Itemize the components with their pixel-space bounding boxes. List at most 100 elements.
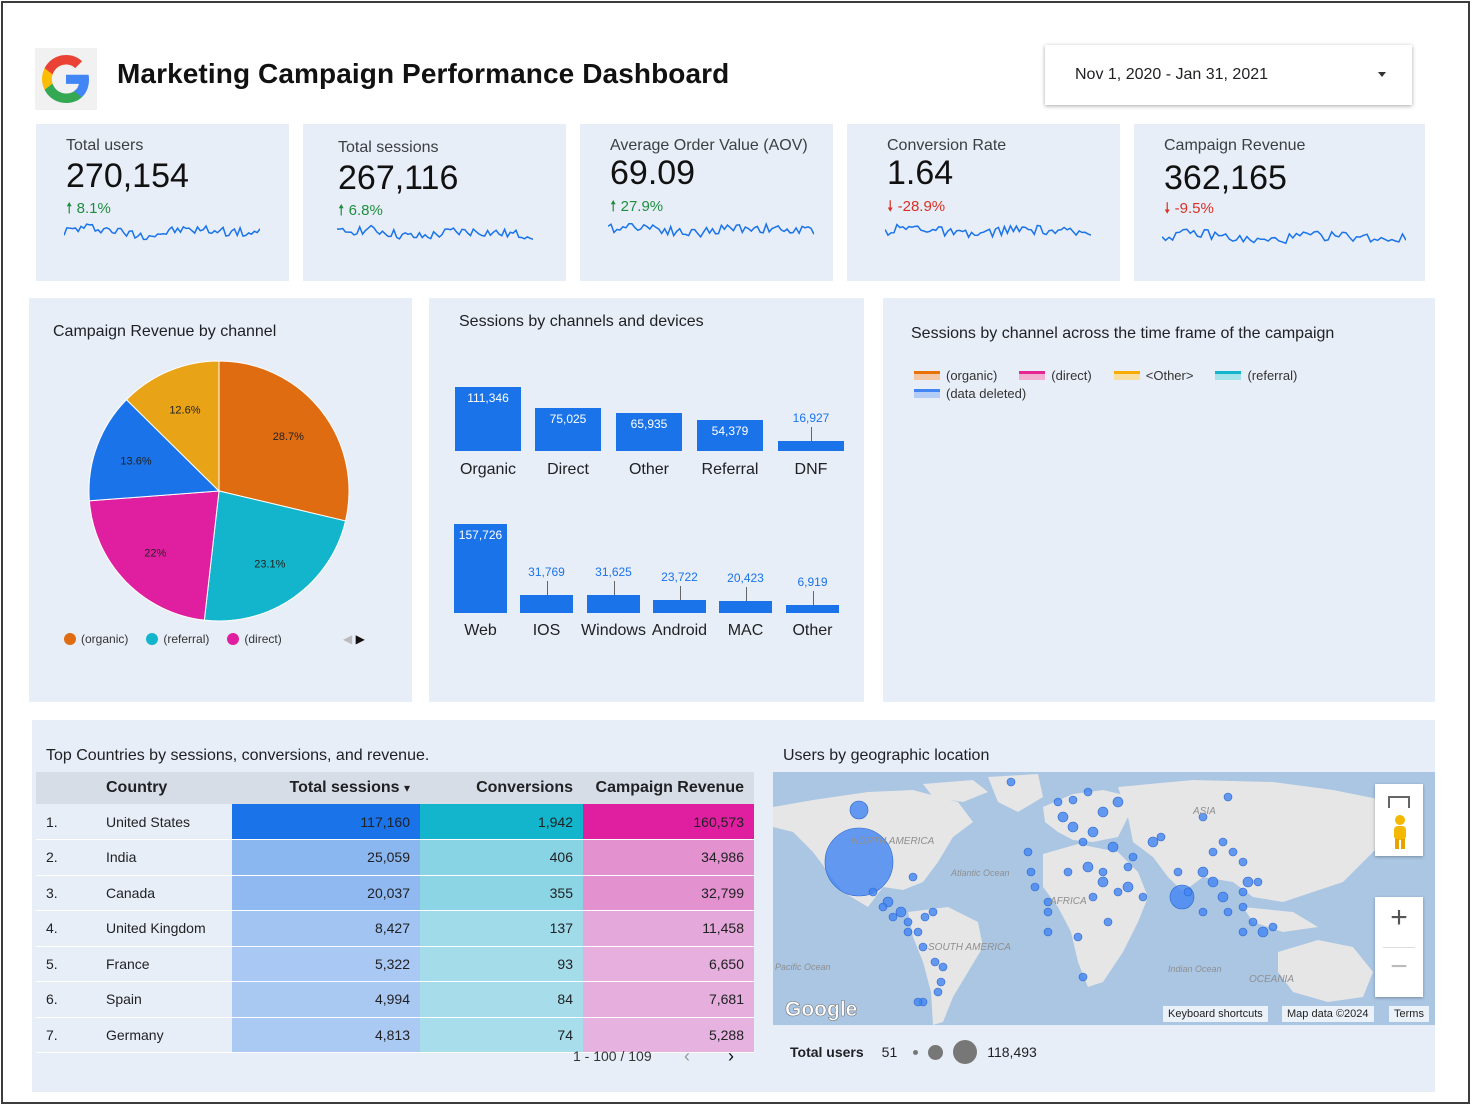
map-bubble <box>1063 867 1073 877</box>
sessions-cell: 8,427 <box>232 910 420 947</box>
sessions-header[interactable]: Total sessions ▾ <box>232 772 420 804</box>
kpi-name: Average Order Value (AOV) <box>610 137 808 154</box>
revenue-header[interactable]: Campaign Revenue <box>583 772 754 804</box>
map-title: Users by geographic location <box>783 747 990 764</box>
divider <box>1383 947 1415 948</box>
pegman-icon[interactable] <box>1391 814 1409 855</box>
table-row[interactable]: 5. France 5,322 93 6,650 <box>36 946 754 982</box>
row-index: 3. <box>36 875 96 911</box>
countries-table: Country Total sessions ▾ Conversions Cam… <box>36 772 754 1053</box>
conversions-cell: 93 <box>420 946 583 982</box>
conversions-cell: 137 <box>420 910 583 947</box>
kpi-card-total-users: Total users 270,154 🠕 8.1% <box>36 124 289 281</box>
country-header[interactable]: Country <box>96 772 232 804</box>
map-bubble <box>1238 857 1248 867</box>
row-index: 5. <box>36 946 96 982</box>
pie-chart: 28.7% 23.1% 22% 13.6% 12.6% <box>88 360 350 622</box>
terms-link[interactable]: Terms <box>1389 1006 1429 1022</box>
bar-label-leader <box>613 581 615 596</box>
page-title: Marketing Campaign Performance Dashboard <box>117 58 730 89</box>
bar-category-label: Organic <box>459 461 517 478</box>
keyboard-shortcuts-link[interactable]: Keyboard shortcuts <box>1163 1006 1268 1022</box>
fullscreen-icon[interactable] <box>1388 796 1410 808</box>
bar <box>587 595 640 613</box>
conversions-header[interactable]: Conversions <box>420 772 583 804</box>
map-bubble <box>920 912 930 922</box>
map-label: NORTH AMERICA <box>851 836 935 847</box>
map-label: AFRICA <box>1049 896 1087 907</box>
map-bubble <box>1138 892 1148 902</box>
pie-slice-label: 28.7% <box>273 431 304 443</box>
legend-prev-icon[interactable]: ◀ <box>343 632 352 646</box>
date-range-picker[interactable]: Nov 1, 2020 - Jan 31, 2021 <box>1045 45 1412 105</box>
zoom-out-button[interactable]: − <box>1375 950 1423 984</box>
revenue-cell: 7,681 <box>583 981 754 1018</box>
kpi-name: Conversion Rate <box>887 137 1007 154</box>
size-legend-max: 118,493 <box>987 1044 1037 1060</box>
sparkline <box>337 224 533 241</box>
table-pager-label: 1 - 100 / 109 <box>573 1048 652 1064</box>
table-row[interactable]: 6. Spain 4,994 84 7,681 <box>36 981 754 1018</box>
map-bubble <box>1147 836 1159 848</box>
bar-label-leader <box>812 591 814 605</box>
table-row[interactable]: 2. India 25,059 406 34,986 <box>36 839 754 876</box>
zoom-in-button[interactable]: + <box>1375 901 1423 935</box>
map-bubble <box>1073 932 1083 942</box>
bar-category-label: Other <box>792 622 833 639</box>
table-row[interactable]: 1. United States 117,160 1,942 160,573 <box>36 804 754 840</box>
bar-category-label: Direct <box>547 461 589 478</box>
pie-slice-label: 12.6% <box>169 404 200 416</box>
map-bubble <box>903 927 913 937</box>
legend-swatch <box>1113 371 1140 380</box>
legend-next-icon[interactable]: ▶ <box>356 632 365 646</box>
legend-item: (organic) <box>64 632 128 646</box>
map-bubble <box>1173 867 1183 877</box>
world-map[interactable]: NORTH AMERICA SOUTH AMERICA AFRICA ASIA … <box>773 772 1435 1025</box>
map-bubble <box>913 927 923 937</box>
map-bubble <box>1043 907 1053 917</box>
table-row[interactable]: 3. Canada 20,037 355 32,799 <box>36 875 754 911</box>
revenue-cell: 160,573 <box>583 804 754 840</box>
medium-circle-icon <box>928 1044 944 1060</box>
map-bubble <box>849 800 869 820</box>
legend-dot <box>227 633 240 645</box>
row-index: 1. <box>36 804 96 840</box>
map-bubble <box>1238 887 1248 897</box>
size-legend-min: 51 <box>881 1044 898 1060</box>
map-bubble <box>1098 867 1108 877</box>
country-cell: Germany <box>96 1017 232 1053</box>
next-page-button[interactable]: › <box>728 1046 734 1067</box>
map-bubble <box>1030 882 1040 892</box>
map-bubble <box>1083 787 1093 797</box>
map-bubble <box>1223 792 1233 802</box>
kpi-name: Total users <box>66 137 144 154</box>
arrow-down-icon: 🠗 <box>1164 200 1171 217</box>
bar <box>520 595 573 613</box>
conversions-cell: 355 <box>420 875 583 911</box>
map-bubble <box>908 872 918 882</box>
kpi-card-aov: Average Order Value (AOV) 69.09 🠕 27.9% <box>580 124 833 281</box>
kpi-name: Campaign Revenue <box>1164 137 1306 154</box>
prev-page-button[interactable]: ‹ <box>684 1046 690 1067</box>
map-bubble <box>1197 866 1209 878</box>
map-bubble <box>1103 917 1113 927</box>
sparkline-line <box>608 222 814 239</box>
legend-item: (organic) <box>914 368 997 383</box>
conversions-cell: 74 <box>420 1017 583 1053</box>
pie-legend: (organic) (referral) (direct) <box>64 632 282 646</box>
map-label: Atlantic Ocean <box>950 868 1010 878</box>
table-row[interactable]: 4. United Kingdom 8,427 137 11,458 <box>36 910 754 947</box>
index-header <box>36 772 96 804</box>
table-title: Top Countries by sessions, conversions, … <box>46 747 430 764</box>
bar <box>719 601 772 613</box>
map-size-legend: Total users 51 118,493 <box>790 1040 1037 1064</box>
pie-slice-label: 13.6% <box>120 456 151 468</box>
sparkline <box>885 223 1091 239</box>
legend-swatch <box>914 389 940 398</box>
map-label: OCEANIA <box>1249 974 1294 985</box>
sessions-cell: 117,160 <box>232 804 420 840</box>
conversions-cell: 1,942 <box>420 804 583 840</box>
row-index: 7. <box>36 1017 96 1053</box>
country-cell: Canada <box>96 875 232 911</box>
revenue-cell: 34,986 <box>583 839 754 876</box>
